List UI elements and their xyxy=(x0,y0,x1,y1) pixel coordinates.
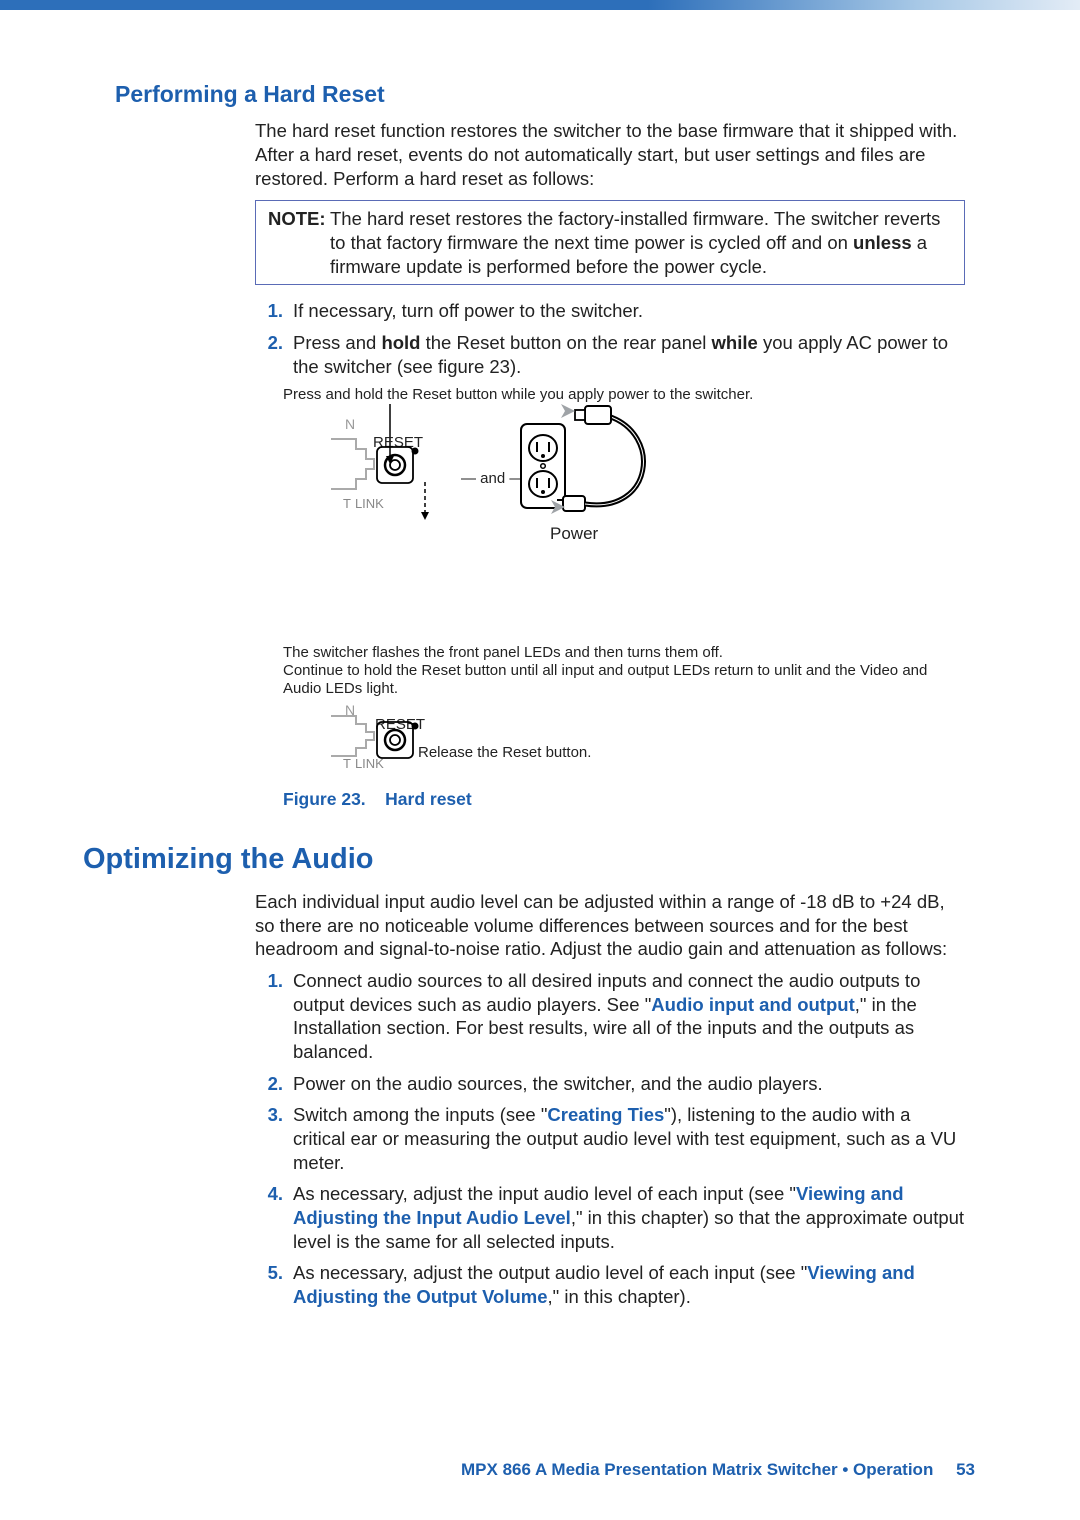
figure-23-diagram-part2: N RESET TLINK Release the Reset button. xyxy=(283,704,703,774)
t: ," in this chapter). xyxy=(548,1286,691,1307)
step-1: 1. Connect audio sources to all desired … xyxy=(255,969,965,1064)
step-text: Connect audio sources to all desired inp… xyxy=(293,969,965,1064)
step-number: 3. xyxy=(255,1103,293,1174)
step-number: 4. xyxy=(255,1182,293,1253)
t: Switch among the inputs (see " xyxy=(293,1104,547,1125)
step-2: 2. Press and hold the Reset button on th… xyxy=(255,331,965,378)
figure-mid-instruction: The switcher flashes the front panel LED… xyxy=(283,644,965,698)
page-content: Performing a Hard Reset The hard reset f… xyxy=(0,80,1080,1309)
step-5: 5. As necessary, adjust the output audio… xyxy=(255,1261,965,1308)
step-number: 2. xyxy=(255,1072,293,1096)
note-text-part1: The hard reset restores the factory-inst… xyxy=(330,208,940,253)
figure-caption-text: Hard reset xyxy=(385,789,472,809)
note-text: The hard reset restores the factory-inst… xyxy=(330,207,952,278)
optimizing-audio-steps: 1. Connect audio sources to all desired … xyxy=(255,969,965,1309)
figure-23-diagram: N RESET TLINK — and — xyxy=(283,404,693,644)
step-number: 1. xyxy=(255,969,293,1064)
page-number: 53 xyxy=(956,1460,975,1479)
step-4: 4. As necessary, adjust the input audio … xyxy=(255,1182,965,1253)
note-box: NOTE: The hard reset restores the factor… xyxy=(255,200,965,285)
step-2: 2. Power on the audio sources, the switc… xyxy=(255,1072,965,1096)
figure-power-label: Power xyxy=(550,524,598,544)
outlet-and-cord-icon xyxy=(513,404,683,539)
step-3: 3. Switch among the inputs (see "Creatin… xyxy=(255,1103,965,1174)
t: As necessary, adjust the input audio lev… xyxy=(293,1183,796,1204)
optimizing-audio-intro: Each individual input audio level can be… xyxy=(255,890,965,961)
page-header-gradient xyxy=(0,0,1080,10)
t: hold xyxy=(381,332,420,353)
hard-reset-steps: 1. If necessary, turn off power to the s… xyxy=(255,299,965,378)
step-number: 1. xyxy=(255,299,293,323)
step-number: 5. xyxy=(255,1261,293,1308)
t: Press and xyxy=(293,332,381,353)
figure-caption-label: Figure 23. xyxy=(283,789,366,809)
link-creating-ties[interactable]: Creating Ties xyxy=(547,1104,664,1125)
section-title-hard-reset: Performing a Hard Reset xyxy=(115,80,965,109)
t: As necessary, adjust the output audio le… xyxy=(293,1262,807,1283)
step-1: 1. If necessary, turn off power to the s… xyxy=(255,299,965,323)
step-text: Press and hold the Reset button on the r… xyxy=(293,331,965,378)
step-text: Switch among the inputs (see "Creating T… xyxy=(293,1103,965,1174)
step-text: As necessary, adjust the input audio lev… xyxy=(293,1182,965,1253)
page-footer: MPX 866 A Media Presentation Matrix Swit… xyxy=(0,1459,1080,1520)
link-audio-input-output[interactable]: Audio input and output xyxy=(651,994,854,1015)
note-text-bold: unless xyxy=(853,232,912,253)
reset-port-icon xyxy=(331,429,411,524)
section-title-optimizing-audio: Optimizing the Audio xyxy=(83,841,965,878)
figure-release-text: Release the Reset button. xyxy=(418,744,591,761)
footer-text: MPX 866 A Media Presentation Matrix Swit… xyxy=(461,1460,933,1479)
note-label: NOTE: xyxy=(268,207,330,278)
reset-port-icon xyxy=(331,712,421,773)
step-number: 2. xyxy=(255,331,293,378)
step-text: As necessary, adjust the output audio le… xyxy=(293,1261,965,1308)
hard-reset-intro: The hard reset function restores the swi… xyxy=(255,119,965,190)
step-text: If necessary, turn off power to the swit… xyxy=(293,299,965,323)
step-text: Power on the audio sources, the switcher… xyxy=(293,1072,965,1096)
figure-23-caption: Figure 23. Hard reset xyxy=(283,788,965,810)
t: while xyxy=(712,332,758,353)
t: the Reset button on the rear panel xyxy=(420,332,711,353)
figure-top-instruction: Press and hold the Reset button while yo… xyxy=(283,386,965,404)
